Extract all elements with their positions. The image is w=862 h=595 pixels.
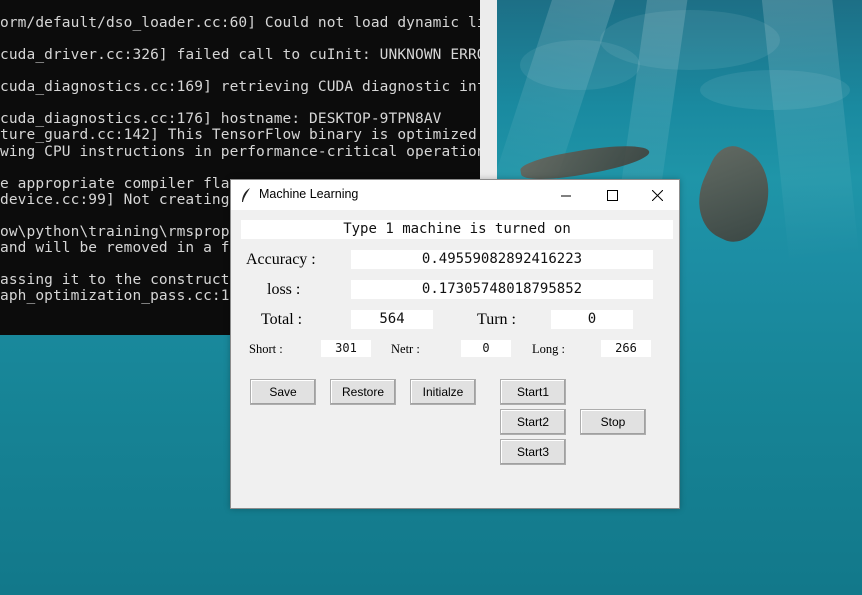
stop-button[interactable]: Stop [580,409,646,435]
initialize-button[interactable]: Initialze [410,379,476,405]
console-line: assing it to the constructor [0,272,248,288]
feather-icon [242,188,250,202]
loss-value: 0.17305748018795852 [351,280,653,299]
console-line: and will be removed in a futu [0,240,257,256]
short-value: 301 [321,340,371,357]
netr-label: Netr : [391,342,420,356]
maximize-button[interactable] [589,180,635,210]
tail-fin-shape [684,139,786,251]
accuracy-value: 0.49559082892416223 [351,250,653,269]
close-icon [651,189,663,201]
start1-button[interactable]: Start1 [500,379,566,405]
window-content: Type 1 machine is turned on Accuracy : 0… [231,210,679,508]
console-line: device.cc:99] Not creating XL [0,192,257,208]
console-line: wing CPU instructions in performance-cri… [0,144,497,160]
total-value: 564 [351,310,433,329]
console-line: cuda_diagnostics.cc:176] hostname: DESKT… [0,111,442,127]
water-ripple [700,70,850,110]
window-title: Machine Learning [259,187,359,201]
console-line: ow\python\training\rmsprop.py [0,224,257,240]
loss-label: loss : [267,281,301,298]
minimize-icon [560,195,571,196]
console-line: cuda_diagnostics.cc:169] retrieving CUDA… [0,79,497,95]
short-label: Short : [249,342,283,356]
start2-button[interactable]: Start2 [500,409,566,435]
maximize-icon [606,189,618,201]
turn-label: Turn : [477,311,516,328]
netr-value: 0 [461,340,511,357]
minimize-button[interactable] [543,180,589,210]
start3-button[interactable]: Start3 [500,439,566,465]
total-label: Total : [261,311,303,328]
status-display: Type 1 machine is turned on [241,220,673,239]
console-line: e appropriate compiler flags. [0,176,257,192]
long-label: Long : [532,342,565,356]
water-ripple [520,40,640,90]
console-line: orm/default/dso_loader.cc:60] Could not … [0,15,497,31]
machine-learning-window: Machine Learning Type 1 machine is turne… [230,179,680,509]
turn-value: 0 [551,310,633,329]
close-button[interactable] [634,180,680,210]
long-value: 266 [601,340,651,357]
accuracy-label: Accuracy : [246,251,316,268]
title-bar[interactable]: Machine Learning [231,180,679,210]
console-line: aph_optimization_pass.cc:196] [0,288,257,304]
console-line: ture_guard.cc:142] This TensorFlow binar… [0,127,497,143]
console-line: cuda_driver.cc:326] failed call to cuIni… [0,47,497,63]
restore-button[interactable]: Restore [330,379,396,405]
save-button[interactable]: Save [250,379,316,405]
